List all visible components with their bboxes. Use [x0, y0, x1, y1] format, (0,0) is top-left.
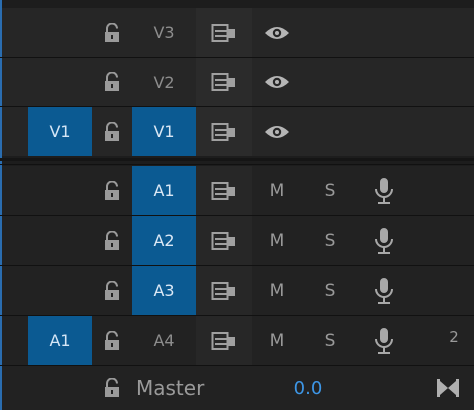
track-row-master: Master 0.0	[2, 366, 474, 410]
sync-lock-icon[interactable]	[196, 266, 252, 315]
source-patch-a1[interactable]: A1	[28, 316, 92, 365]
track-row-v2: V2	[2, 58, 474, 106]
solo-button[interactable]: S	[318, 216, 342, 265]
sync-lock-icon[interactable]	[196, 316, 252, 365]
mute-button[interactable]: M	[262, 216, 292, 265]
bowtie-icon[interactable]	[432, 366, 464, 410]
lock-icon[interactable]	[100, 216, 124, 265]
track-target-a2[interactable]: A2	[132, 216, 196, 265]
track-target-a3[interactable]: A3	[132, 266, 196, 315]
mute-button[interactable]: M	[262, 316, 292, 365]
track-row-a3: A3 M S	[2, 266, 474, 315]
eye-icon[interactable]	[260, 58, 294, 106]
track-row-a4: A1 A4 M S 2	[2, 316, 474, 365]
microphone-icon[interactable]	[370, 316, 398, 365]
source-patch-a3[interactable]	[28, 266, 92, 315]
track-target-v2[interactable]: V2	[132, 58, 196, 106]
lock-icon[interactable]	[100, 366, 124, 410]
solo-button[interactable]: S	[318, 166, 342, 215]
solo-button[interactable]: S	[318, 316, 342, 365]
eye-icon[interactable]	[260, 8, 294, 57]
track-target-v3[interactable]: V3	[132, 8, 196, 57]
track-row-v1: V1 V1	[2, 107, 474, 156]
lock-icon[interactable]	[100, 266, 124, 315]
solo-button[interactable]: S	[318, 266, 342, 315]
microphone-icon[interactable]	[370, 266, 398, 315]
mute-button[interactable]: M	[262, 166, 292, 215]
lock-icon[interactable]	[100, 107, 124, 156]
source-patch-v2[interactable]	[28, 58, 92, 106]
lock-icon[interactable]	[100, 58, 124, 106]
eye-icon[interactable]	[260, 107, 294, 156]
source-patch-v3[interactable]	[28, 8, 92, 57]
track-target-a4[interactable]: A4	[132, 316, 196, 365]
track-row-a2: A2 M S	[2, 216, 474, 265]
channel-count-badge: 2	[449, 328, 459, 346]
mute-button[interactable]: M	[262, 266, 292, 315]
track-row-v3: V3	[2, 8, 474, 57]
track-row-a1: A1 M S	[2, 166, 474, 215]
source-patch-a2[interactable]	[28, 216, 92, 265]
lock-icon[interactable]	[100, 8, 124, 57]
microphone-icon[interactable]	[370, 166, 398, 215]
lock-icon[interactable]	[100, 166, 124, 215]
source-patch-a1[interactable]	[28, 166, 92, 215]
source-patch-v1[interactable]: V1	[28, 107, 92, 156]
sync-lock-icon[interactable]	[196, 8, 252, 57]
sync-lock-icon[interactable]	[196, 216, 252, 265]
microphone-icon[interactable]	[370, 216, 398, 265]
track-target-v1[interactable]: V1	[132, 107, 196, 156]
sync-lock-icon[interactable]	[196, 58, 252, 106]
track-target-a1[interactable]: A1	[132, 166, 196, 215]
master-volume-value[interactable]: 0.0	[288, 366, 328, 410]
sync-lock-icon[interactable]	[196, 166, 252, 215]
sync-lock-icon[interactable]	[196, 107, 252, 156]
lock-icon[interactable]	[100, 316, 124, 365]
master-label: Master	[136, 376, 205, 400]
